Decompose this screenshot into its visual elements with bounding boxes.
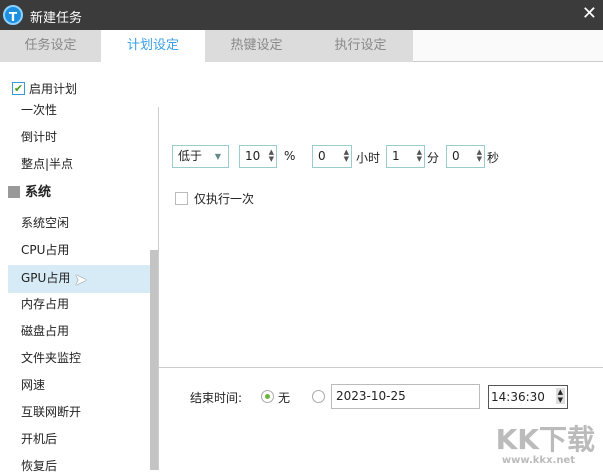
end-time-none-label: 无 (278, 391, 291, 405)
title-bar: T 新建任务 ✕ (0, 0, 603, 30)
checkbox-checked-icon[interactable]: ✔ (12, 82, 25, 95)
end-time-date-radio[interactable] (312, 390, 325, 403)
compare-value: 低于 (178, 149, 203, 163)
minutes-unit: 分 (427, 151, 440, 165)
sidebar-item-once[interactable]: 一次性 (21, 100, 57, 120)
sidebar-item-gpu[interactable]: GPU占用 (21, 268, 70, 288)
hours-unit: 小时 (356, 151, 381, 165)
percent-value: 10 (245, 149, 261, 163)
group-collapse-icon[interactable] (8, 186, 20, 198)
end-date-input[interactable]: 2023-10-25 (331, 384, 480, 409)
spin-arrows-icon[interactable]: ▲ ▼ (269, 149, 274, 163)
hours-value: 0 (318, 149, 326, 163)
window-title: 新建任务 (30, 11, 83, 26)
sidebar-item-countdown[interactable]: 倒计时 (21, 127, 57, 147)
end-time-none-radio[interactable] (261, 390, 274, 403)
sidebar-item-internet-disconnect[interactable]: 互联网断开 (21, 402, 81, 422)
sidebar-item-folder-monitor[interactable]: 文件夹监控 (21, 348, 81, 368)
watermark-url: www.kkx.net (501, 455, 575, 466)
run-once-label: 仅执行一次 (194, 192, 255, 206)
run-once-checkbox[interactable]: 仅执行一次 (175, 190, 254, 207)
watermark-logo: KK下载 (495, 423, 595, 456)
tab-plan-settings[interactable]: 计划设定 (101, 30, 205, 62)
seconds-spinbox[interactable]: 0 ▲ ▼ (446, 145, 485, 168)
app-logo-icon: T (3, 5, 23, 25)
spin-arrows-icon[interactable]: ▲ ▼ (555, 388, 565, 404)
sidebar-item-memory[interactable]: 内存占用 (21, 294, 69, 314)
hours-spinbox[interactable]: 0 ▲ ▼ (312, 145, 352, 168)
sidebar-item-network-speed[interactable]: 网速 (21, 375, 45, 395)
section-divider (158, 367, 603, 368)
sidebar-item-hourly[interactable]: 整点|半点 (21, 154, 73, 174)
dropdown-arrow-icon: ▼ (214, 152, 221, 161)
sidebar-group-system[interactable]: 系统 (25, 183, 51, 203)
spin-arrows-icon[interactable]: ▲ ▼ (344, 149, 349, 163)
sidebar-divider (158, 107, 159, 470)
seconds-unit: 秒 (487, 151, 500, 165)
sidebar-item-system-idle[interactable]: 系统空闲 (21, 213, 69, 233)
mouse-cursor-icon: ➤ (74, 270, 88, 289)
sidebar-item-disk[interactable]: 磁盘占用 (21, 321, 69, 341)
spin-arrows-icon[interactable]: ▲ ▼ (477, 149, 482, 163)
percent-unit: % (284, 149, 296, 163)
tab-task-settings[interactable]: 任务设定 (0, 30, 101, 62)
sidebar-item-cpu[interactable]: CPU占用 (21, 240, 69, 260)
enable-plan-label: 启用计划 (29, 82, 78, 96)
compare-select[interactable]: 低于 ▼ (172, 145, 229, 168)
end-time-value: 14:36:30 (491, 390, 545, 404)
tab-bar: 任务设定 计划设定 热键设定 执行设定 (0, 30, 603, 62)
sidebar-item-after-resume[interactable]: 恢复后 (21, 456, 57, 476)
seconds-value: 0 (452, 149, 460, 163)
tab-hotkey-settings[interactable]: 热键设定 (205, 30, 308, 62)
checkbox-unchecked-icon[interactable] (175, 192, 188, 205)
end-time-input[interactable]: 14:36:30 ▲ ▼ (488, 385, 568, 409)
sidebar-item-after-boot[interactable]: 开机后 (21, 429, 57, 449)
spin-arrows-icon[interactable]: ▲ ▼ (417, 149, 422, 163)
minutes-spinbox[interactable]: 1 ▲ ▼ (386, 145, 425, 168)
tab-execute-settings[interactable]: 执行设定 (308, 30, 413, 62)
enable-plan-checkbox[interactable]: ✔ 启用计划 (12, 80, 77, 97)
sidebar-scrollbar[interactable] (150, 250, 158, 470)
percent-spinbox[interactable]: 10 ▲ ▼ (239, 145, 277, 168)
close-icon[interactable]: ✕ (582, 3, 597, 24)
end-time-label: 结束时间: (190, 391, 243, 405)
minutes-value: 1 (392, 149, 400, 163)
